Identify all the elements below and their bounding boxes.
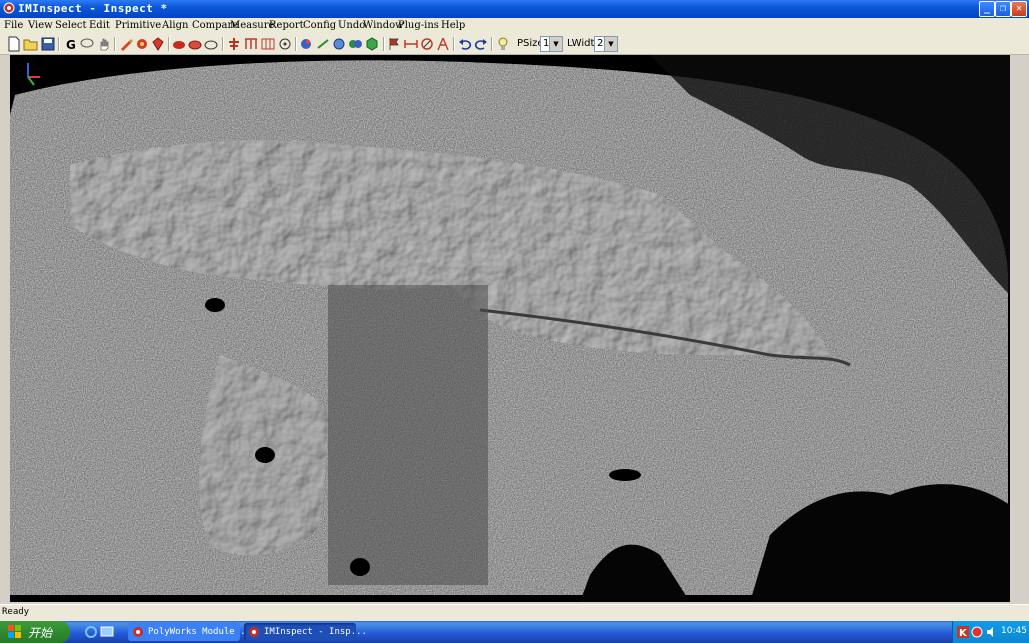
save-icon[interactable] bbox=[40, 36, 56, 52]
paint-icon[interactable] bbox=[134, 36, 150, 52]
menu-align[interactable]: Align bbox=[162, 20, 188, 31]
status-text: Ready bbox=[2, 607, 30, 617]
svg-text:K: K bbox=[959, 628, 968, 638]
lwidth-select[interactable]: 2 ▼ bbox=[594, 36, 618, 52]
menu-config[interactable]: Config bbox=[303, 20, 336, 31]
hand-icon[interactable] bbox=[96, 36, 112, 52]
system-tray: K 10:45 bbox=[952, 621, 1029, 643]
3d-viewport[interactable] bbox=[10, 55, 1010, 602]
svg-text:G: G bbox=[66, 38, 76, 52]
sphere-a-icon[interactable] bbox=[331, 36, 347, 52]
windows-logo-icon bbox=[8, 625, 21, 638]
ie-icon[interactable] bbox=[84, 625, 98, 639]
menu-report[interactable]: Report bbox=[269, 20, 304, 31]
maximize-button[interactable]: ❐ bbox=[995, 1, 1011, 17]
network-icon[interactable] bbox=[971, 626, 983, 638]
shape-c-icon[interactable] bbox=[203, 36, 219, 52]
measure-icon[interactable] bbox=[435, 36, 451, 52]
task-iminspect[interactable]: IMInspect - Insp... bbox=[244, 623, 367, 641]
clock: 10:45 bbox=[1001, 626, 1027, 636]
grid-icon[interactable] bbox=[243, 36, 259, 52]
undo-icon[interactable] bbox=[457, 36, 473, 52]
psize-select[interactable]: 1 ▼ bbox=[540, 36, 563, 52]
minimize-button[interactable]: _ bbox=[979, 1, 995, 17]
window-title: IMInspect - Inspect * bbox=[18, 2, 168, 15]
menu-help[interactable]: Help bbox=[441, 20, 465, 31]
k-icon[interactable]: K bbox=[957, 626, 969, 638]
flag-icon[interactable] bbox=[386, 36, 402, 52]
volume-icon[interactable] bbox=[985, 626, 997, 638]
redo-icon[interactable] bbox=[473, 36, 489, 52]
bulb-icon[interactable] bbox=[495, 36, 511, 52]
dimension-icon[interactable] bbox=[403, 36, 419, 52]
task-label: PolyWorks Module ... bbox=[148, 627, 257, 637]
menu-file[interactable]: File bbox=[4, 20, 23, 31]
line-icon[interactable] bbox=[315, 36, 331, 52]
toolbar: G PSize 1 ▼ LWidth 2 ▼ bbox=[0, 34, 1029, 55]
menu-select[interactable]: Select bbox=[55, 20, 87, 31]
chevron-down-icon[interactable]: ▼ bbox=[604, 37, 617, 51]
chevron-down-icon[interactable]: ▼ bbox=[549, 37, 562, 51]
new-icon[interactable] bbox=[6, 36, 22, 52]
start-button[interactable]: 开始 bbox=[0, 621, 70, 643]
taskbar: 开始 PolyWorks Module ... IMInspect - Insp… bbox=[0, 621, 1029, 643]
iminspect-icon bbox=[249, 627, 259, 637]
lwidth-value: 2 bbox=[597, 38, 604, 49]
menu-plugins[interactable]: Plug-ins bbox=[398, 20, 439, 31]
open-icon[interactable] bbox=[23, 36, 39, 52]
desktop-icon[interactable] bbox=[100, 625, 114, 639]
menu-measure[interactable]: Measure bbox=[230, 20, 274, 31]
polyworks-icon bbox=[133, 627, 143, 637]
g-icon[interactable]: G bbox=[62, 36, 78, 52]
lasso-icon[interactable] bbox=[79, 36, 95, 52]
task-polyworks[interactable]: PolyWorks Module ... bbox=[128, 623, 256, 641]
target-icon[interactable] bbox=[277, 36, 293, 52]
menu-view[interactable]: View bbox=[28, 20, 53, 31]
menu-undo[interactable]: Undo bbox=[338, 20, 365, 31]
tree-icon[interactable] bbox=[226, 36, 242, 52]
close-button[interactable]: ✕ bbox=[1011, 1, 1027, 17]
title-bar[interactable]: IMInspect - Inspect * _ ❐ ✕ bbox=[0, 0, 1029, 18]
shape-a-icon[interactable] bbox=[171, 36, 187, 52]
box-icon[interactable] bbox=[364, 36, 380, 52]
app-icon bbox=[3, 2, 15, 14]
axis-triad-icon bbox=[27, 63, 40, 86]
menu-primitive[interactable]: Primitive bbox=[115, 20, 161, 31]
paint-bucket-icon[interactable] bbox=[150, 36, 166, 52]
task-label: IMInspect - Insp... bbox=[264, 627, 367, 637]
brush-icon[interactable] bbox=[118, 36, 134, 52]
status-bar: Ready bbox=[0, 604, 1029, 621]
shape-b-icon[interactable] bbox=[187, 36, 203, 52]
start-label: 开始 bbox=[28, 626, 53, 640]
point-cloud-scan bbox=[10, 55, 1010, 602]
table-icon[interactable] bbox=[260, 36, 276, 52]
arc-icon[interactable] bbox=[419, 36, 435, 52]
cube-icon[interactable] bbox=[298, 36, 314, 52]
sphere-b-icon[interactable] bbox=[347, 36, 363, 52]
menu-bar: File View Select Edit Primitive Align Co… bbox=[0, 18, 1029, 34]
menu-edit[interactable]: Edit bbox=[89, 20, 110, 31]
